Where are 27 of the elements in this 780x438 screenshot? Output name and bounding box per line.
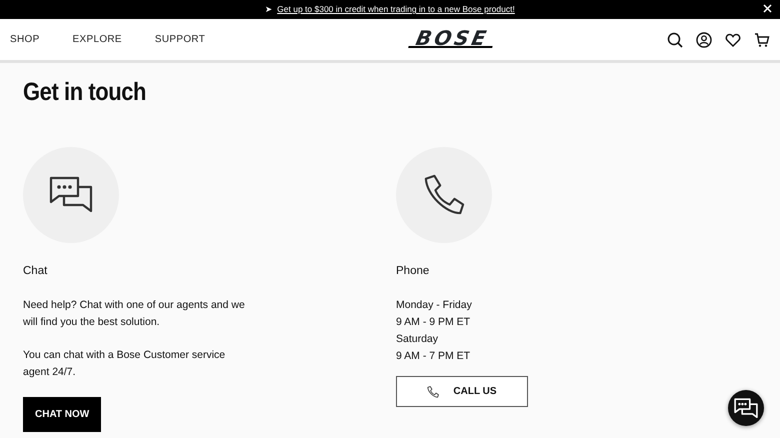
cart-icon[interactable]	[754, 32, 770, 48]
hours-text: Monday - Friday	[396, 298, 473, 313]
option-title: Phone	[396, 264, 430, 279]
search-icon[interactable]	[667, 32, 683, 48]
hours-text: Saturday	[396, 332, 440, 347]
account-icon[interactable]	[696, 32, 712, 48]
page-heading: Get in touch	[23, 77, 148, 107]
chat-bubbles-icon	[49, 176, 93, 214]
nav-link[interactable]: EXPLORE	[72, 32, 122, 47]
description-text: You can chat with a Bose Customer service agent 24/7.	[23, 348, 226, 380]
phone-icon	[423, 174, 465, 216]
chat-button[interactable]	[728, 390, 764, 426]
description-text: Need help? Chat with one of our agents and we will find you the best solution.	[23, 298, 245, 330]
heart-icon[interactable]	[725, 32, 741, 48]
chat-bubbles-icon	[734, 398, 758, 418]
arrow-icon: ➤	[265, 3, 274, 16]
close-button[interactable]	[763, 4, 772, 13]
promo-link[interactable]: Get up to $300 in credit when trading in to a new Bose product!	[277, 3, 515, 16]
chat-now-button[interactable]: CHAT NOW	[23, 397, 102, 432]
nav-link[interactable]: SUPPORT	[154, 32, 206, 47]
hours-text: 9 AM - 7 PM ET	[396, 349, 472, 364]
logo[interactable]: BOSE	[408, 31, 497, 48]
hours-text: 9 AM - 9 PM ET	[396, 315, 472, 330]
nav-link[interactable]: SHOP	[10, 32, 40, 47]
option-title: Chat	[23, 264, 48, 279]
phone-icon	[427, 386, 440, 398]
call-us-button[interactable]: CALL US	[396, 376, 528, 407]
